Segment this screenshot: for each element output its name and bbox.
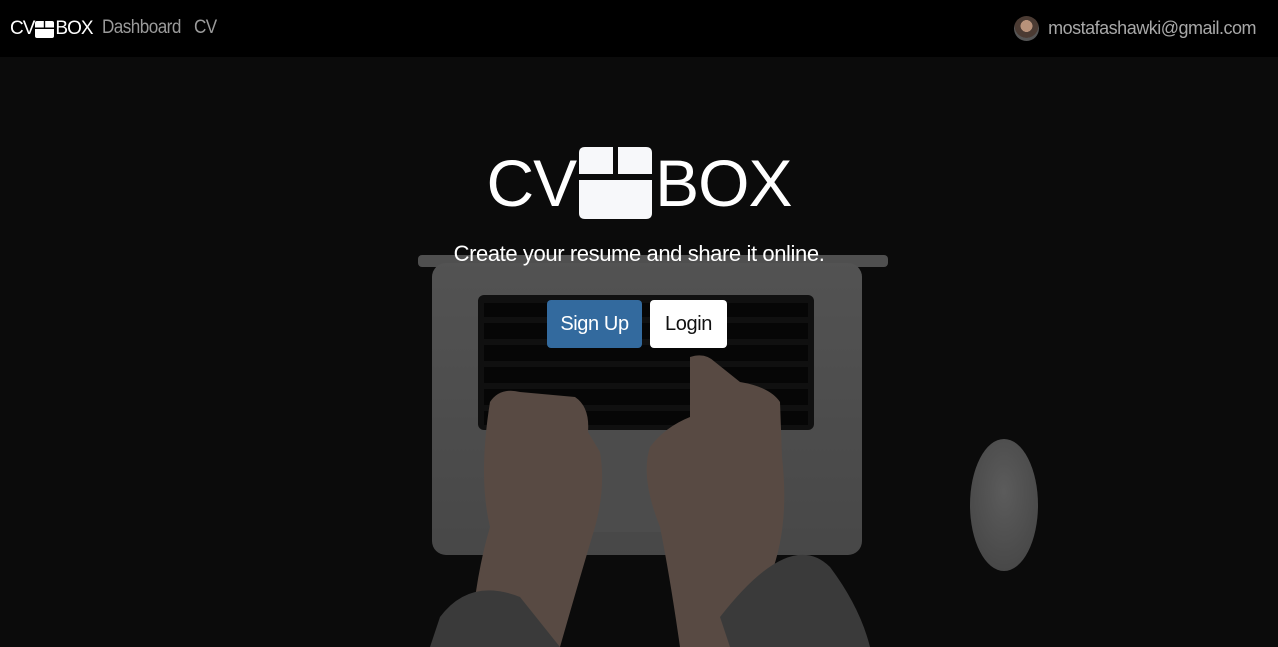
signup-button[interactable]: Sign Up xyxy=(547,300,642,348)
hero-logo: CV BOX xyxy=(0,145,1278,221)
user-menu[interactable]: mostafashawki@gmail.com xyxy=(1014,16,1256,41)
nav-link-dashboard[interactable]: Dashboard xyxy=(102,17,181,39)
avatar xyxy=(1014,16,1040,41)
brand-text-box: BOX xyxy=(55,18,93,39)
user-email: mostafashawki@gmail.com xyxy=(1048,18,1256,38)
nav-link-cv[interactable]: CV xyxy=(194,17,217,39)
box-icon xyxy=(35,20,55,38)
navbar: CV BOX Dashboard CV mostafashawki@gmail.… xyxy=(0,0,1278,57)
brand-text-cv: CV xyxy=(10,18,35,39)
box-icon xyxy=(579,147,653,219)
hero-logo-cv: CV xyxy=(486,146,577,220)
hero-section: CV BOX Create your resume and share it o… xyxy=(0,57,1278,647)
hero-logo-box: BOX xyxy=(655,146,792,220)
navbar-brand[interactable]: CV BOX xyxy=(10,17,94,41)
hero-tagline: Create your resume and share it online. xyxy=(453,241,825,266)
login-button[interactable]: Login xyxy=(650,300,727,348)
